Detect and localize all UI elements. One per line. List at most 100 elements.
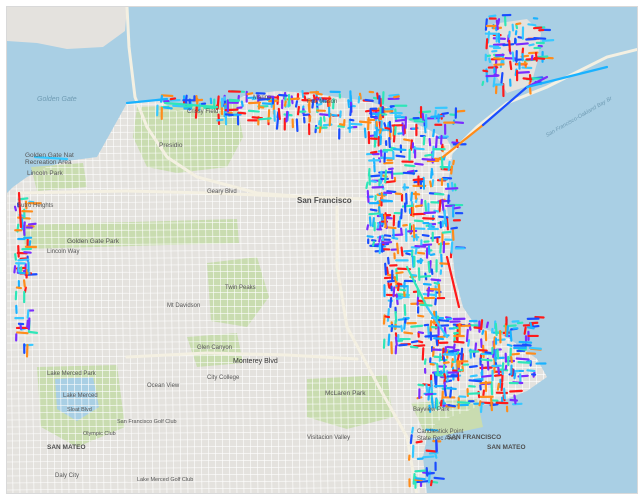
route-segment[interactable]	[508, 39, 511, 52]
route-segment[interactable]	[428, 137, 432, 147]
route-segment[interactable]	[224, 113, 234, 117]
route-segment[interactable]	[530, 54, 534, 61]
route-segment[interactable]	[285, 110, 289, 123]
route-segment[interactable]	[503, 387, 506, 400]
route-segment[interactable]	[412, 178, 424, 182]
route-segment[interactable]	[496, 382, 500, 391]
route-segment[interactable]	[384, 126, 391, 130]
route-segment[interactable]	[383, 214, 387, 229]
route-segment[interactable]	[347, 99, 351, 109]
route-segment[interactable]	[433, 337, 445, 341]
route-segment[interactable]	[541, 39, 555, 42]
route-segment[interactable]	[469, 374, 478, 378]
route-segment[interactable]	[533, 56, 546, 60]
route-segment[interactable]	[240, 100, 244, 108]
route-segment[interactable]	[416, 259, 424, 263]
route-segment[interactable]	[430, 268, 434, 275]
route-segment[interactable]	[430, 380, 434, 393]
route-segment[interactable]	[441, 111, 449, 116]
route-segment[interactable]	[387, 279, 395, 283]
route-segment[interactable]	[510, 352, 520, 356]
route-segment[interactable]	[518, 340, 533, 344]
route-segment[interactable]	[400, 208, 403, 220]
route-segment[interactable]	[517, 36, 524, 39]
route-segment[interactable]	[527, 326, 535, 330]
route-segment[interactable]	[296, 105, 300, 116]
route-segment[interactable]	[443, 387, 447, 397]
route-segment[interactable]	[417, 274, 432, 278]
route-segment[interactable]	[22, 224, 26, 236]
route-segment[interactable]	[441, 230, 452, 234]
route-segment[interactable]	[246, 92, 254, 96]
route-segment[interactable]	[14, 253, 17, 261]
route-segment[interactable]	[490, 381, 494, 396]
route-segment[interactable]	[357, 95, 361, 104]
route-segment[interactable]	[442, 356, 446, 364]
route-segment[interactable]	[400, 246, 404, 257]
route-segment[interactable]	[456, 354, 460, 361]
route-segment[interactable]	[522, 77, 533, 81]
route-segment[interactable]	[421, 158, 436, 161]
route-segment[interactable]	[437, 319, 450, 323]
route-segment[interactable]	[387, 333, 391, 347]
route-segment[interactable]	[283, 100, 287, 107]
route-segment[interactable]	[423, 358, 427, 365]
route-segment[interactable]	[247, 101, 262, 105]
route-segment[interactable]	[485, 38, 489, 50]
route-segment[interactable]	[388, 325, 402, 328]
route-segment[interactable]	[440, 253, 443, 268]
route-segment[interactable]	[406, 169, 415, 174]
route-segment[interactable]	[515, 357, 530, 361]
route-segment[interactable]	[494, 322, 498, 337]
route-segment[interactable]	[384, 262, 387, 276]
route-segment[interactable]	[301, 89, 305, 98]
route-segment[interactable]	[447, 404, 457, 408]
route-segment[interactable]	[481, 329, 485, 335]
route-segment[interactable]	[433, 476, 445, 480]
route-segment[interactable]	[369, 208, 378, 212]
route-segment[interactable]	[422, 135, 426, 146]
route-segment[interactable]	[388, 120, 392, 133]
route-segment[interactable]	[414, 247, 418, 255]
route-segment[interactable]	[381, 91, 385, 105]
route-segment[interactable]	[457, 361, 461, 369]
route-segment[interactable]	[533, 37, 547, 40]
route-segment[interactable]	[417, 331, 425, 335]
route-segment[interactable]	[427, 260, 431, 273]
route-segment[interactable]	[278, 93, 288, 97]
route-segment[interactable]	[384, 315, 391, 319]
route-segment[interactable]	[430, 278, 442, 282]
route-segment[interactable]	[443, 373, 447, 380]
route-segment[interactable]	[415, 233, 418, 241]
route-segment[interactable]	[478, 400, 482, 407]
route-segment[interactable]	[349, 118, 355, 122]
route-segment[interactable]	[526, 369, 536, 373]
route-segment[interactable]	[216, 118, 224, 122]
route-segment[interactable]	[513, 372, 517, 380]
route-segment[interactable]	[488, 45, 500, 48]
route-segment[interactable]	[398, 343, 408, 347]
route-segment[interactable]	[379, 113, 383, 121]
route-segment[interactable]	[528, 346, 542, 350]
route-segment[interactable]	[445, 216, 449, 231]
route-segment[interactable]	[396, 282, 401, 292]
route-segment[interactable]	[392, 286, 396, 298]
route-segment[interactable]	[429, 180, 433, 188]
route-segment[interactable]	[532, 26, 543, 30]
route-segment[interactable]	[511, 51, 515, 62]
route-segment[interactable]	[509, 60, 513, 71]
route-segment[interactable]	[384, 169, 388, 184]
map-view[interactable]: Golden Gate Golden Gate Nat Recreation A…	[6, 6, 638, 494]
route-segment[interactable]	[395, 271, 404, 275]
route-segment[interactable]	[425, 471, 435, 475]
route-segment[interactable]	[410, 340, 419, 344]
route-segment[interactable]	[434, 453, 438, 459]
route-segment[interactable]	[434, 297, 437, 306]
route-segment[interactable]	[27, 317, 31, 331]
route-segment[interactable]	[414, 245, 427, 248]
route-segment[interactable]	[319, 113, 330, 117]
route-segment[interactable]	[380, 199, 394, 203]
route-segment[interactable]	[429, 479, 433, 487]
route-segment[interactable]	[27, 222, 37, 226]
route-segment[interactable]	[534, 51, 538, 62]
